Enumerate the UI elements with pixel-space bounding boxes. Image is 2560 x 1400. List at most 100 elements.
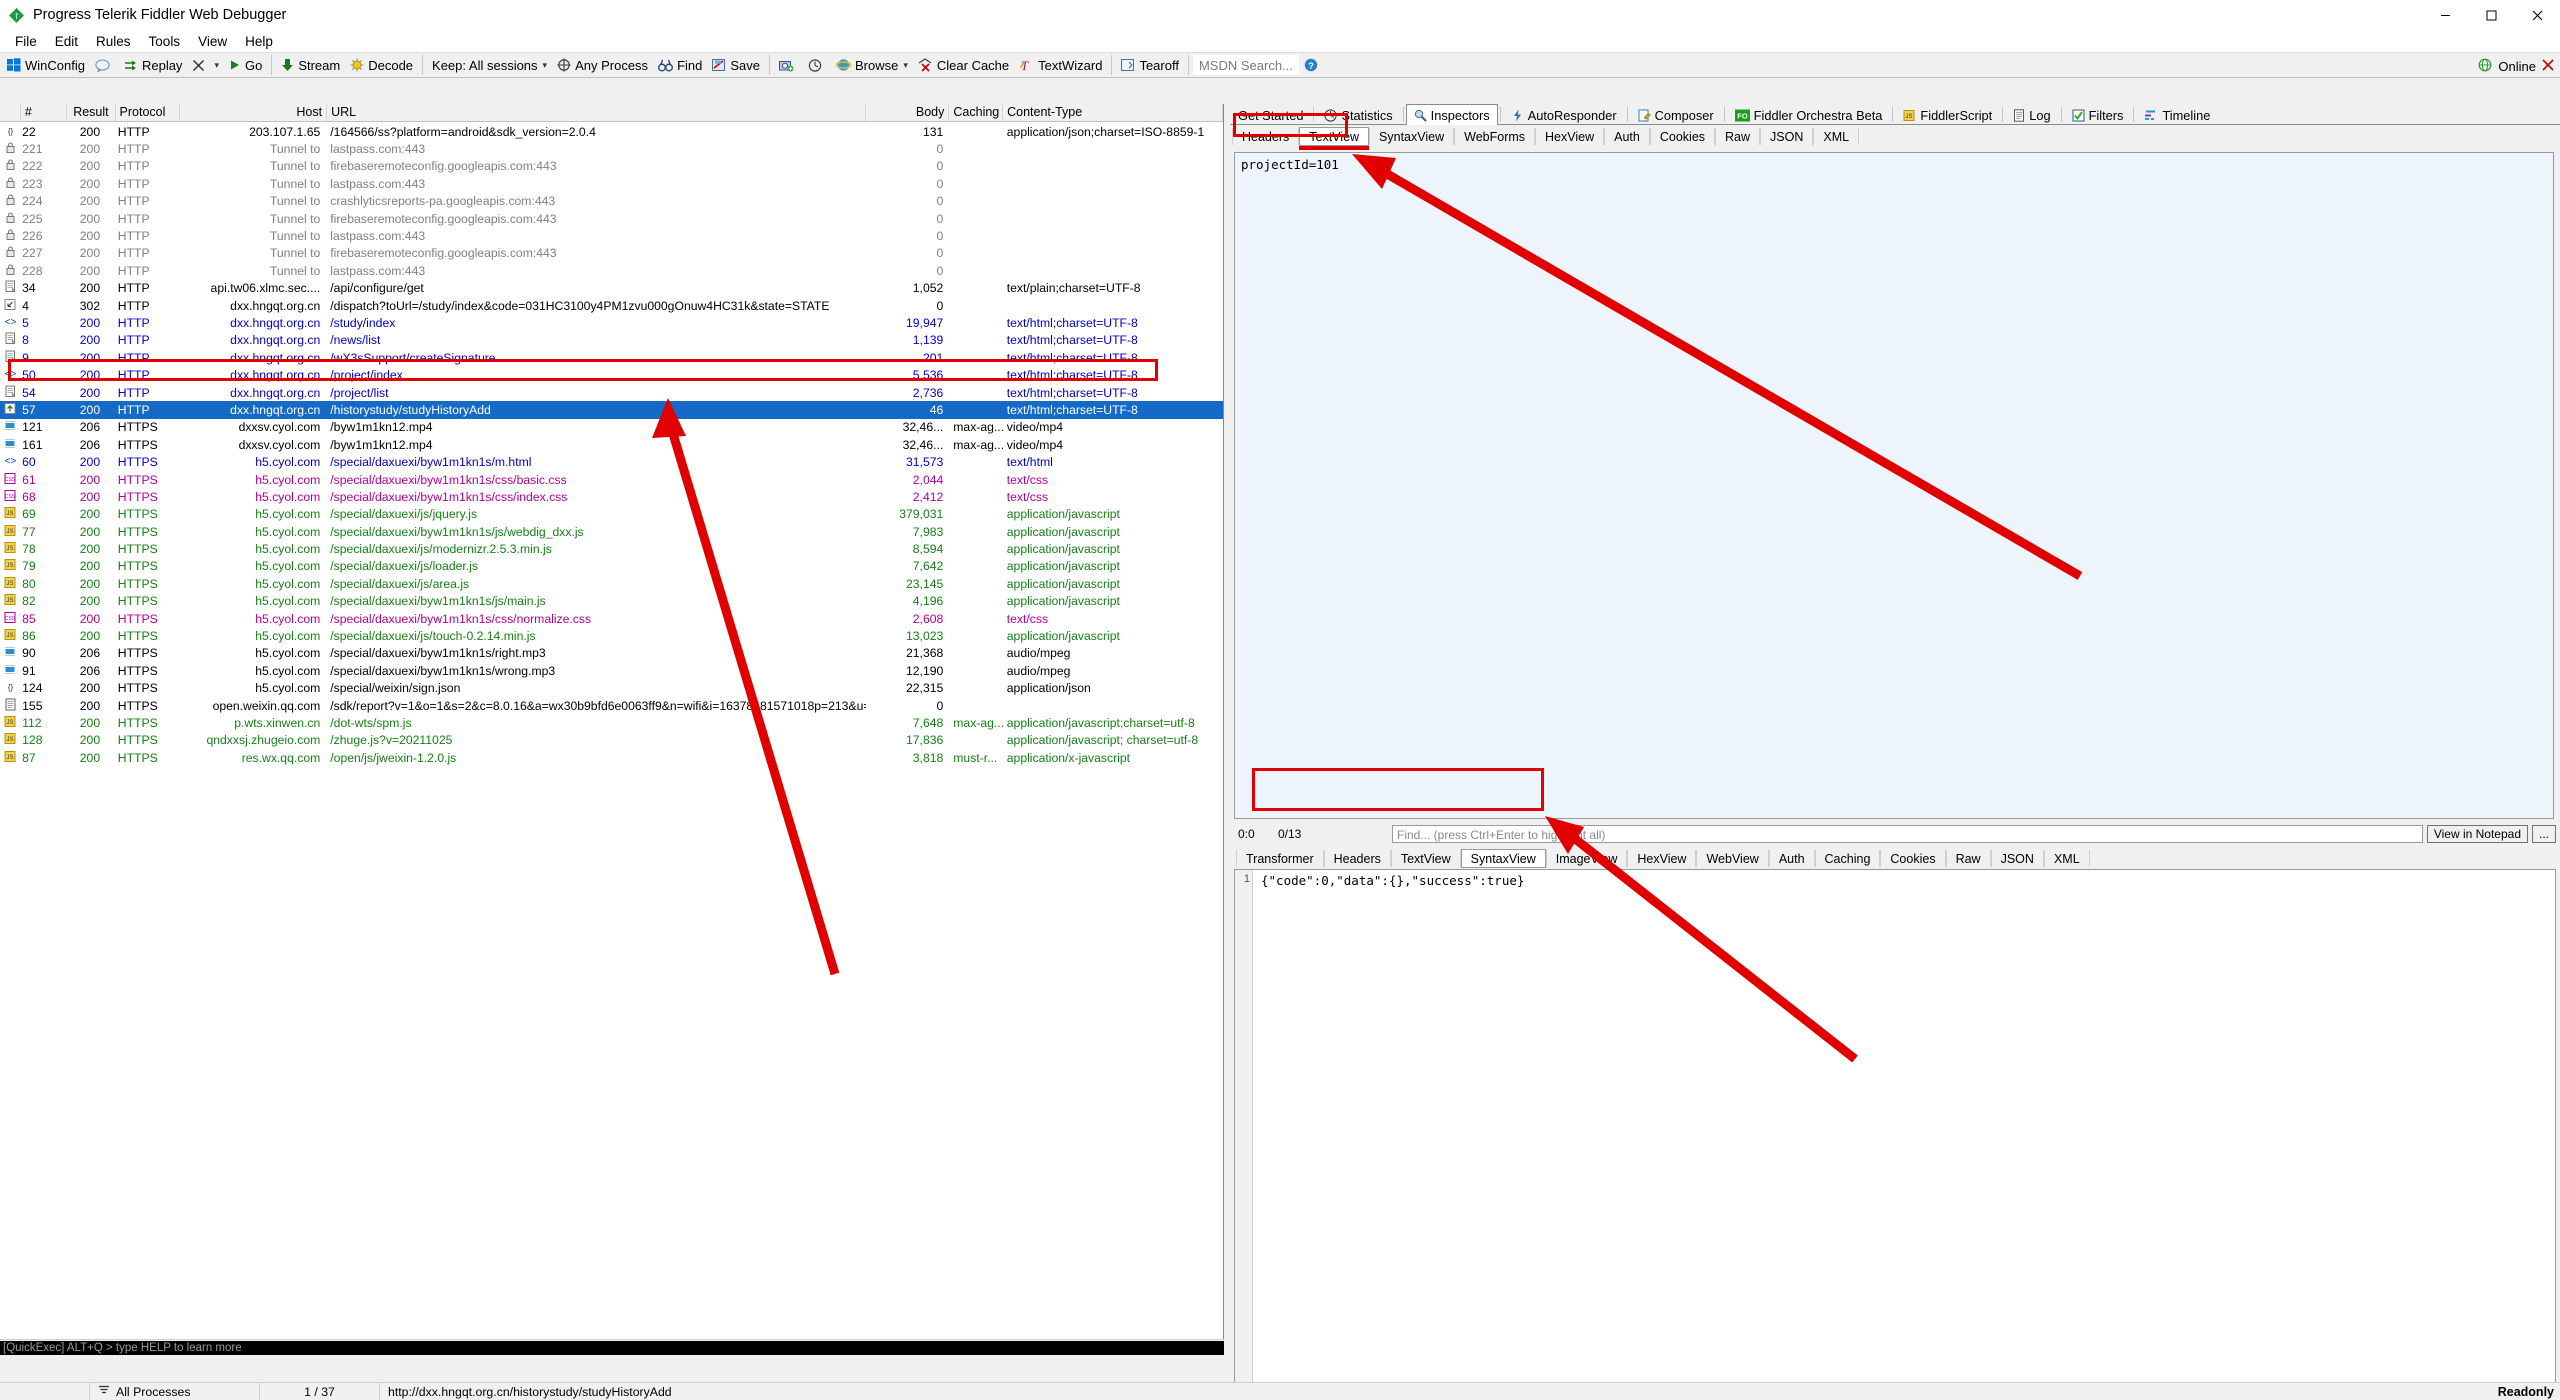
table-row[interactable]: 4 302 HTTP dxx.hngqt.org.cn/dispatch?toUrl=… xyxy=(0,297,1223,314)
col-body[interactable]: Body xyxy=(866,104,950,121)
menu-help[interactable]: Help xyxy=(236,33,282,50)
table-row[interactable]: 228 200 HTTP Tunnel to lastpass.com:443 0 xyxy=(0,262,1223,279)
toolbar-close-icon[interactable] xyxy=(2542,58,2554,74)
request-inspector-tabs[interactable]: Headers TextView SyntaxView WebForms HexView… xyxy=(1230,127,2560,146)
inspector-tab-inspectors[interactable]: Inspectors xyxy=(1405,104,1498,125)
table-row[interactable]: 9 200 HTTP dxx.hngqt.org.cn/wX3sSupport/cre… xyxy=(0,349,1223,366)
table-row[interactable]: 227 200 HTTP Tunnel to firebaseremoteconfig.… xyxy=(0,245,1223,262)
response-tab-hexview[interactable]: HexView xyxy=(1627,850,1697,867)
table-row[interactable]: 34 200 HTTP api.tw06.xlmc.sec.... /api/confi… xyxy=(0,280,1223,297)
menu-rules[interactable]: Rules xyxy=(87,33,140,50)
inspector-tab-statistics[interactable]: Statistics xyxy=(1316,105,1400,124)
table-row[interactable]: JS 82 200 HTTPS h5.cyol.com/special/daxuexi/… xyxy=(0,593,1223,610)
table-row[interactable]: JS 79 200 HTTPS h5.cyol.com/special/daxuexi/… xyxy=(0,558,1223,575)
request-tab-xml[interactable]: XML xyxy=(1813,128,1860,145)
table-row[interactable]: JS 112 200 HTTPS p.wts.xinwen.cn/dot-wts/spm… xyxy=(0,714,1223,731)
col-url[interactable]: URL xyxy=(327,104,867,121)
screenshot-button[interactable] xyxy=(774,53,803,77)
inspector-tab-composer[interactable]: Composer xyxy=(1630,105,1722,124)
help-button[interactable]: ? xyxy=(1299,53,1327,77)
table-row[interactable]: 225 200 HTTP Tunnel to firebaseremoteconfig.… xyxy=(0,210,1223,227)
request-tab-cookies[interactable]: Cookies xyxy=(1649,128,1716,145)
chevron-down-icon[interactable]: ▾ xyxy=(214,60,219,71)
table-row[interactable]: CSS 61 200 HTTPS h5.cyol.com/special/daxuexi… xyxy=(0,471,1223,488)
comment-button[interactable] xyxy=(90,53,119,77)
response-inspector-tabs[interactable]: Transformer Headers TextView SyntaxView Imag… xyxy=(1234,849,2556,868)
table-row[interactable]: 222 200 HTTP Tunnel to firebaseremoteconfig.… xyxy=(0,158,1223,175)
table-row[interactable]: 155 200 HTTPS open.weixin.qq.com/sdk/report… xyxy=(0,697,1223,714)
go-button[interactable]: Go xyxy=(224,53,267,77)
table-row[interactable]: JS 86 200 HTTPS h5.cyol.com/special/daxuexi/… xyxy=(0,627,1223,644)
clear-cache-button[interactable]: Clear Cache xyxy=(913,53,1014,77)
response-tab-caching[interactable]: Caching xyxy=(1814,850,1881,867)
inspector-tab-fiddlerscript[interactable]: JS FiddlerScript xyxy=(1895,105,2000,124)
table-row[interactable]: JS 87 200 HTTPS res.wx.qq.com/open/js/jweixi… xyxy=(0,749,1223,766)
response-tab-auth[interactable]: Auth xyxy=(1768,850,1815,867)
response-tab-webview[interactable]: WebView xyxy=(1696,850,1769,867)
request-find-input[interactable]: Find... (press Ctrl+Enter to highlight a… xyxy=(1392,825,2423,843)
save-button[interactable]: Save xyxy=(707,53,765,77)
msdn-search-input[interactable]: MSDN Search... xyxy=(1192,55,1299,75)
col-content-type[interactable]: Content-Type xyxy=(1003,104,1223,121)
table-row[interactable]: 8 200 HTTP dxx.hngqt.org.cn/news/list 1,139 t… xyxy=(0,332,1223,349)
response-tab-headers[interactable]: Headers xyxy=(1323,850,1391,867)
inspector-tab-get-started[interactable]: Get Started xyxy=(1230,105,1311,124)
response-body-view[interactable]: 1 {"code":0,"data":{},"success":true} xyxy=(1234,869,2556,1400)
table-row[interactable]: 223 200 HTTP Tunnel to lastpass.com:443 0 xyxy=(0,175,1223,192)
status-processes-cell[interactable]: All Processes xyxy=(90,1382,260,1400)
remove-button[interactable]: ▾ xyxy=(187,53,224,77)
table-row[interactable]: 226 200 HTTP Tunnel to lastpass.com:443 0 xyxy=(0,227,1223,244)
response-tab-textview[interactable]: TextView xyxy=(1390,850,1461,867)
more-options-button[interactable]: ... xyxy=(2532,825,2556,843)
table-row[interactable]: 54 200 HTTP dxx.hngqt.org.cn/project/list 2,… xyxy=(0,384,1223,401)
col-number[interactable]: # xyxy=(21,104,68,121)
status-capture-cell[interactable] xyxy=(0,1382,90,1400)
tearoff-button[interactable]: Tearoff xyxy=(1116,53,1184,77)
table-row[interactable]: 221 200 HTTP Tunnel to lastpass.com:443 0 xyxy=(0,140,1223,157)
col-protocol[interactable]: Protocol xyxy=(116,104,181,121)
table-row[interactable]: JS 78 200 HTTPS h5.cyol.com/special/daxuexi/… xyxy=(0,540,1223,557)
minimize-button[interactable] xyxy=(2422,0,2468,30)
table-row[interactable]: JS 77 200 HTTPS h5.cyol.com/special/daxuexi/… xyxy=(0,523,1223,540)
request-tab-hexview[interactable]: HexView xyxy=(1535,128,1605,145)
inspector-tab-log[interactable]: Log xyxy=(2005,105,2058,124)
response-tab-transformer[interactable]: Transformer xyxy=(1236,850,1324,867)
request-tab-auth[interactable]: Auth xyxy=(1604,128,1650,145)
table-row[interactable]: {} 22 200 HTTP 203.107.1.65/164566/ss?platfo… xyxy=(0,123,1223,140)
table-row[interactable]: JS 69 200 HTTPS h5.cyol.com/special/daxuexi/… xyxy=(0,506,1223,523)
col-host[interactable]: Host xyxy=(180,104,328,121)
inspector-tab-timeline[interactable]: Timeline xyxy=(2136,105,2218,124)
table-row[interactable]: 121 206 HTTPS dxxsv.cyol.com/byw1m1kn12.mp4… xyxy=(0,419,1223,436)
response-tab-xml[interactable]: XML xyxy=(2043,850,2090,867)
table-row[interactable]: 91 206 HTTPS h5.cyol.com/special/daxuexi/by… xyxy=(0,662,1223,679)
table-row[interactable]: <> 60 200 HTTPS h5.cyol.com/special/daxuexi/… xyxy=(0,453,1223,470)
decode-button[interactable]: Decode xyxy=(345,53,418,77)
chevron-down-icon[interactable]: ▾ xyxy=(903,60,908,71)
session-rows-container[interactable]: {} 22 200 HTTP 203.107.1.65/164566/ss?platfo… xyxy=(0,123,1223,1400)
inspector-tab-fiddler-orchestra-beta[interactable]: FO Fiddler Orchestra Beta xyxy=(1727,105,1891,124)
response-tab-json[interactable]: JSON xyxy=(1990,850,2044,867)
request-tab-syntaxview[interactable]: SyntaxView xyxy=(1369,128,1455,145)
stream-button[interactable]: Stream xyxy=(276,53,345,77)
inspector-tab-autoresponder[interactable]: AutoResponder xyxy=(1503,105,1625,124)
menu-file[interactable]: File xyxy=(6,33,46,50)
close-button[interactable] xyxy=(2514,0,2560,30)
col-result[interactable]: Result xyxy=(67,104,116,121)
request-tab-textview[interactable]: TextView xyxy=(1299,127,1370,146)
response-tab-syntaxview[interactable]: SyntaxView xyxy=(1460,849,1546,868)
keep-sessions-dropdown[interactable]: Keep: All sessions ▾ xyxy=(427,53,552,77)
view-in-notepad-button[interactable]: View in Notepad xyxy=(2426,825,2528,843)
col-caching[interactable]: Caching xyxy=(949,104,1004,121)
textwizard-button[interactable]: T TextWizard xyxy=(1014,53,1107,77)
table-row[interactable]: <> 50 200 HTTP dxx.hngqt.org.cn/project/inde… xyxy=(0,366,1223,383)
response-tab-imageview[interactable]: ImageView xyxy=(1545,850,1628,867)
browse-button[interactable]: Browse ▾ xyxy=(831,53,913,77)
table-row[interactable]: {} 124 200 HTTPS h5.cyol.com/special/weixin/… xyxy=(0,680,1223,697)
table-row-selected[interactable]: 57 200 HTTP dxx.hngqt.org.cn/historystudy/s… xyxy=(0,401,1223,419)
find-button[interactable]: Find xyxy=(653,53,707,77)
inspector-tab-filters[interactable]: Filters xyxy=(2064,105,2132,124)
table-row[interactable]: JS 128 200 HTTPS qndxxsj.zhugeio.com/zhuge.j… xyxy=(0,732,1223,749)
any-process-button[interactable]: Any Process xyxy=(552,53,653,77)
table-row[interactable]: CSS 85 200 HTTPS h5.cyol.com/special/daxuexi… xyxy=(0,610,1223,627)
request-tab-webforms[interactable]: WebForms xyxy=(1454,128,1536,145)
